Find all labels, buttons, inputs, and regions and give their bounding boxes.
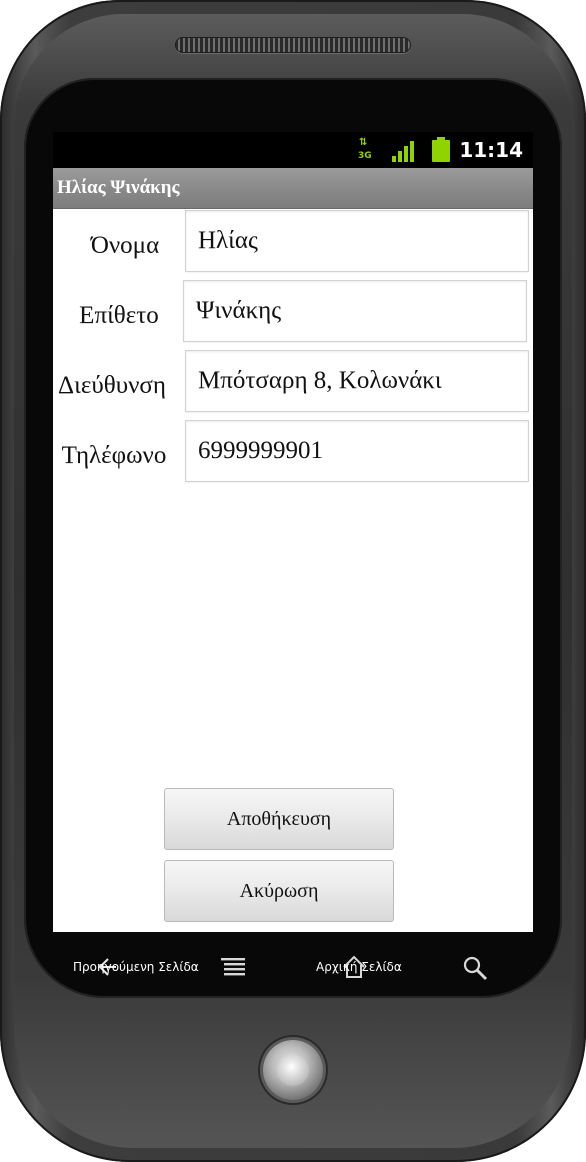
home-label[interactable]: Αρχική Σελίδα bbox=[316, 960, 402, 974]
address-label: Διεύθυνση bbox=[58, 372, 166, 399]
back-label[interactable]: Προηγούμενη Σελίδα bbox=[73, 960, 199, 974]
title-bar: Ηλίας Ψινάκης bbox=[53, 168, 533, 209]
form-row-first-name: Όνομα Ηλίας bbox=[53, 210, 533, 276]
hardware-home-button[interactable] bbox=[263, 1040, 323, 1100]
form-row-last-name: Επίθετο Ψινάκης bbox=[53, 280, 533, 346]
cancel-button[interactable]: Ακύρωση bbox=[164, 860, 394, 922]
earpiece-speaker bbox=[175, 37, 411, 53]
form-row-address: Διεύθυνση Μπότσαρη 8, Κολωνάκι bbox=[53, 350, 533, 416]
phone-label: Τηλέφωνο bbox=[61, 442, 167, 469]
address-field[interactable]: Μπότσαρη 8, Κολωνάκι bbox=[185, 350, 529, 412]
last-name-field[interactable]: Ψινάκης bbox=[183, 280, 527, 342]
data-arrows-icon: ⇅ 3G bbox=[358, 137, 372, 162]
phone-frame: ⇅ 3G 11:14 Ηλίας Ψινάκης Όνομα Ηλίας Επί… bbox=[0, 0, 586, 1162]
device-screen: ⇅ 3G 11:14 Ηλίας Ψινάκης Όνομα Ηλίας Επί… bbox=[53, 132, 533, 932]
menu-icon[interactable] bbox=[220, 954, 246, 980]
status-clock: 11:14 bbox=[459, 138, 523, 162]
first-name-field[interactable]: Ηλίας bbox=[185, 210, 529, 272]
page-title: Ηλίας Ψινάκης bbox=[57, 177, 180, 198]
signal-icon bbox=[392, 140, 416, 162]
battery-icon bbox=[432, 137, 450, 162]
last-name-label: Επίθετο bbox=[79, 302, 159, 329]
soft-keys-bar: Προηγούμενη Σελίδα Αρχική Σελίδα bbox=[60, 950, 530, 990]
phone-field[interactable]: 6999999901 bbox=[185, 420, 529, 482]
search-icon[interactable] bbox=[461, 954, 489, 982]
form-row-phone: Τηλέφωνο 6999999901 bbox=[53, 420, 533, 486]
first-name-label: Όνομα bbox=[90, 232, 160, 259]
save-button[interactable]: Αποθήκευση bbox=[164, 788, 394, 850]
status-bar: ⇅ 3G 11:14 bbox=[53, 132, 533, 168]
